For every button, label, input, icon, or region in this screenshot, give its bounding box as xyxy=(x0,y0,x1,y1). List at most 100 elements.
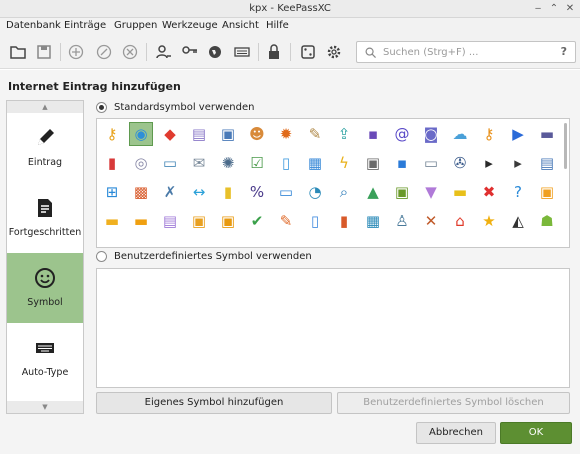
projector-icon[interactable]: ▬ xyxy=(535,122,559,146)
ok-button[interactable]: OK xyxy=(500,422,572,444)
plug-icon[interactable]: ▶ xyxy=(506,122,530,146)
bookmark-icon[interactable]: ▮ xyxy=(100,151,124,175)
package-icon[interactable]: ▣ xyxy=(535,180,559,204)
terminal-icon[interactable]: ▸ xyxy=(477,151,501,175)
save-database-icon[interactable] xyxy=(36,44,52,60)
clipboard-icon[interactable]: ▣ xyxy=(216,122,240,146)
wrench-icon[interactable]: ✗ xyxy=(158,180,182,204)
linux-icon[interactable]: ◭ xyxy=(506,209,530,233)
menu-hilfe[interactable]: Hilfe xyxy=(266,20,289,31)
tools-icon[interactable]: ✕ xyxy=(419,209,443,233)
help-icon[interactable]: ? xyxy=(506,180,530,204)
scroll-down-arrow[interactable]: ▼ xyxy=(7,401,83,413)
sidebar-item-symbol[interactable]: Symbol xyxy=(7,253,83,323)
envelope-open-icon[interactable]: ✉ xyxy=(187,151,211,175)
printer-icon[interactable]: ▤ xyxy=(535,151,559,175)
database-folder-icon[interactable]: ▤ xyxy=(158,209,182,233)
gears-icon[interactable]: ✹ xyxy=(274,122,298,146)
floppy-icon[interactable]: ▪ xyxy=(390,151,414,175)
monitor-icon[interactable]: ▭ xyxy=(158,151,182,175)
clock-icon[interactable]: ◔ xyxy=(303,180,327,204)
search-help-icon[interactable]: ? xyxy=(561,45,567,58)
search-input[interactable]: Suchen (Strg+F) ... ? xyxy=(356,41,576,63)
icon-grid-scrollbar[interactable] xyxy=(564,123,567,169)
settings-icon[interactable] xyxy=(326,44,342,60)
key-icon[interactable]: ⚷ xyxy=(100,122,124,146)
notepad-icon[interactable]: ✎ xyxy=(303,122,327,146)
auto-type-icon[interactable] xyxy=(234,44,250,60)
pen-icon[interactable]: ✎ xyxy=(274,209,298,233)
magnifier-icon[interactable]: ⌕ xyxy=(332,180,356,204)
home-icon[interactable]: ⌂ xyxy=(448,209,472,233)
menu-ansicht[interactable]: Ansicht xyxy=(222,20,259,31)
globe-icon[interactable]: ◉ xyxy=(129,122,153,146)
resize-icon[interactable]: ↔ xyxy=(187,180,211,204)
warning-icon[interactable]: ◆ xyxy=(158,122,182,146)
user-icon[interactable]: ☻ xyxy=(245,122,269,146)
contact-card-icon[interactable]: ▪ xyxy=(361,122,385,146)
menu-werkzeuge[interactable]: Werkzeuge xyxy=(162,20,218,31)
chip-icon[interactable]: ▣ xyxy=(390,180,414,204)
sidebar-item-auto-type[interactable]: Auto-Type xyxy=(7,323,83,393)
copy-password-icon[interactable] xyxy=(182,44,198,60)
folder-open-icon[interactable]: ▬ xyxy=(129,209,153,233)
cancel-icon[interactable]: ✖ xyxy=(477,180,501,204)
custom-icon-radio[interactable] xyxy=(96,251,107,262)
file-icon[interactable]: ▯ xyxy=(274,151,298,175)
computer-icon[interactable]: ▭ xyxy=(419,151,443,175)
delete-custom-icon-button[interactable]: Benutzerdefiniertes Symbol löschen xyxy=(337,392,570,414)
lock-database-icon[interactable] xyxy=(266,44,282,60)
lock-open-icon[interactable]: ▣ xyxy=(187,209,211,233)
close-icon[interactable]: ✕ xyxy=(564,3,576,15)
window-icon[interactable]: ▦ xyxy=(303,151,327,175)
percent-icon[interactable]: % xyxy=(245,180,269,204)
spreadsheet-icon[interactable]: ▦ xyxy=(361,209,385,233)
open-database-icon[interactable] xyxy=(10,44,26,60)
film-reel-icon[interactable]: ✇ xyxy=(448,151,472,175)
sidebar-item-eintrag[interactable]: Eintrag xyxy=(7,113,83,183)
checkmark-icon[interactable]: ✔ xyxy=(245,209,269,233)
console-icon[interactable]: ▸ xyxy=(506,151,530,175)
upload-icon[interactable]: ⇪ xyxy=(332,122,356,146)
camera-icon[interactable]: ◙ xyxy=(419,122,443,146)
email-at-icon[interactable]: @ xyxy=(390,122,414,146)
trash-icon[interactable]: ▼ xyxy=(419,180,443,204)
gear-icon[interactable]: ✺ xyxy=(216,151,240,175)
copy-username-icon[interactable] xyxy=(156,44,172,60)
copy-url-icon[interactable] xyxy=(208,44,224,60)
maximize-icon[interactable]: ⌃ xyxy=(548,3,560,15)
lightning-icon[interactable]: ϟ xyxy=(332,151,356,175)
brick-wall-icon[interactable]: ▩ xyxy=(129,180,153,204)
image-icon[interactable]: ▲ xyxy=(361,180,385,204)
delete-entry-icon[interactable] xyxy=(122,44,138,60)
standard-icon-radio[interactable] xyxy=(96,102,107,113)
keys-icon[interactable]: ⚷ xyxy=(477,122,501,146)
cd-icon[interactable]: ◎ xyxy=(129,151,153,175)
network-icon[interactable]: ⊞ xyxy=(100,180,124,204)
menu-datenbank[interactable]: Datenbank xyxy=(6,20,61,31)
safe-icon[interactable]: ▣ xyxy=(361,151,385,175)
menu-eintraege[interactable]: Einträge xyxy=(64,20,106,31)
sidebar-item-fortgeschritten[interactable]: Fortgeschritten xyxy=(7,183,83,253)
cancel-button[interactable]: Abbrechen xyxy=(416,422,496,444)
user-computer-icon[interactable]: ♙ xyxy=(390,209,414,233)
menu-gruppen[interactable]: Gruppen xyxy=(114,20,157,31)
minimize-icon[interactable]: ‒ xyxy=(532,3,544,15)
password-generator-icon[interactable] xyxy=(300,44,316,60)
desktop-icon[interactable]: ▭ xyxy=(274,180,298,204)
archive-icon[interactable]: ▮ xyxy=(216,180,240,204)
android-icon[interactable]: ☗ xyxy=(535,209,559,233)
lock-icon[interactable]: ▣ xyxy=(216,209,240,233)
scroll-up-arrow[interactable]: ▲ xyxy=(7,101,83,113)
star-icon[interactable]: ★ xyxy=(477,209,501,233)
folder-icon[interactable]: ▬ xyxy=(100,209,124,233)
checklist-icon[interactable]: ☑ xyxy=(245,151,269,175)
add-custom-icon-button[interactable]: Eigenes Symbol hinzufügen xyxy=(96,392,332,414)
server-icon[interactable]: ▤ xyxy=(187,122,211,146)
edit-entry-icon[interactable] xyxy=(96,44,112,60)
add-entry-icon[interactable] xyxy=(68,44,84,60)
sticky-note-icon[interactable]: ▬ xyxy=(448,180,472,204)
image-file-icon[interactable]: ▯ xyxy=(303,209,327,233)
cloud-network-icon[interactable]: ☁ xyxy=(448,122,472,146)
address-book-icon[interactable]: ▮ xyxy=(332,209,356,233)
